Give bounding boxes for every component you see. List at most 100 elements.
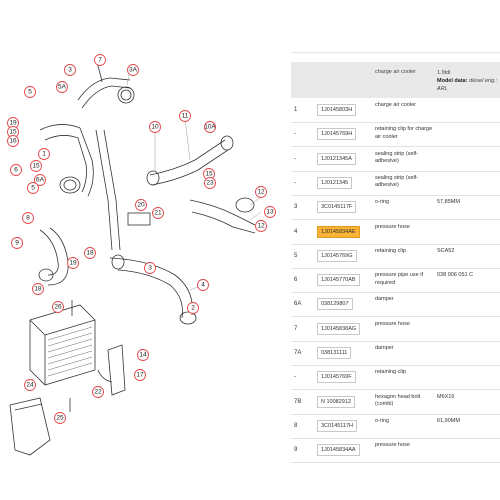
parts-row: 1 1J0145803H charge air cooler [291,98,500,123]
part-number-button[interactable]: 1J0145834AA [317,444,360,457]
part-description: damper [375,296,394,303]
part-number-button[interactable]: 1J0145769G [317,249,357,262]
position-number: - [294,131,296,138]
callout-label: 15 [205,171,213,178]
part-note: SCA52 [437,247,455,254]
callout-label: 25 [56,415,64,422]
position-number: - [294,179,296,186]
part-number-button[interactable]: 1J0145769H [317,128,357,141]
callout-label: 18 [86,250,94,257]
part-number-button[interactable]: 1J0121345 [317,176,353,189]
position-number: 7B [294,398,302,405]
parts-row: 8 3C0145117H o-ring 61,90MM [291,414,500,439]
callout-label: 10A [204,124,216,131]
callout-label: 21 [154,210,162,217]
position-number: 6A [294,301,302,308]
position-number: - [294,374,296,381]
part-description: retaining clip for charge air cooler [375,126,433,140]
parts-row: 6 1J0145770AB pressure pipe use if require… [291,268,500,294]
part-description: retaining clip [375,369,406,376]
callout-label: 6A [36,177,45,184]
part-description: pressure hose [375,442,410,449]
part-note: 038 906 051 C [437,272,474,279]
parts-row: - 1J0121345 sealing strip (self-adhesive) [291,171,500,196]
callout-label: 7 [98,57,102,64]
part-description: pressure hose [375,320,410,327]
position-number: 7 [294,325,298,332]
parts-row: 3 3C0145117F o-ring 57,85MM [291,195,500,221]
part-description: pressure pipe use if required [375,272,423,286]
callout-label: 13 [266,209,274,216]
parts-row: 4 1J0145834AE pressure hose [291,220,500,245]
callout-label: 1 [42,151,46,158]
position-number: 5 [294,252,298,259]
part-number-button[interactable]: 3C0145117F [317,201,357,214]
parts-row: 7B N 10082912 hexagon head bolt (combi) M6X… [291,390,500,415]
callout-label: 26 [54,304,62,311]
parts-row: - 1J0145769F retaining clip [291,365,500,391]
part-description: hexagon head bolt (combi) [375,393,421,408]
position-number: 3 [294,204,298,211]
part-number-button[interactable]: 1J0145838AG [317,322,361,335]
position-number: 1 [294,107,298,113]
divider [291,52,500,53]
part-description: sealing strip (self-adhesive) [375,150,419,165]
callout-label: 3 [148,265,152,272]
part-description: pressure hose [375,223,410,230]
part-number-button[interactable]: 1J0121345A [317,152,356,165]
part-number-button[interactable]: 038131111 [317,347,352,359]
header-model-info: 1.9tdi Model data: diesel eng.: ARL [437,69,500,93]
parts-row: 7 1J0145838AG pressure hose [291,317,500,342]
position-number: 8 [294,422,298,429]
callout-label: 23 [206,180,214,187]
parts-row: 9 1J0145834AA pressure hose [291,438,500,464]
callout-label: 24 [26,382,34,389]
parts-list-header: charge air cooler 1.9tdi Model data: die… [291,62,500,98]
callout-label: 2 [191,305,195,312]
callout-label: 12 [257,223,265,230]
callout-label: 14 [139,352,147,359]
callout-label: 3 [68,67,72,74]
exploded-parts-diagram: 7 3 3A 5 5A 19 15 16 1 15 6 6A 5 11 10 1… [0,0,285,500]
parts-row: - 1J0145769H retaining clip for charge air… [291,122,500,148]
callout-label: 19 [9,120,17,127]
parts-row: 6A 038129807 damper [291,292,500,318]
callout-label: 9 [15,240,19,247]
callout-label: 12 [257,189,265,196]
callout-label: 5 [31,185,35,192]
part-number-button[interactable]: N 10082912 [317,395,355,408]
parts-row: - 1J0121345A sealing strip (self-adhesive) [291,147,500,172]
callout-label: 17 [136,372,144,379]
part-note: M6X16 [437,393,455,400]
callout-label: 5A [58,84,67,91]
callout-label: 18 [34,286,42,293]
part-number-button[interactable]: 3C0145117H [317,419,358,432]
position-number: - [294,155,296,162]
part-description: o-ring [375,417,390,424]
callout-label: 20 [137,202,145,209]
part-number-button[interactable]: 1J0145803H [317,104,357,116]
part-description: o-ring [375,199,390,206]
part-number-button[interactable]: 038129807 [317,298,353,311]
part-number-button[interactable]: 1J0145769F [317,371,356,384]
callout-label: 15 [32,163,40,170]
part-note: 57,85MM [437,199,460,206]
part-description: retaining clip [375,247,406,254]
callout-label: 3A [129,67,138,74]
callout-label: 4 [201,282,205,289]
callout-label: 19 [69,260,77,267]
position-number: 9 [294,447,298,454]
callout-label: 16 [9,138,17,145]
callout-label: 22 [94,389,102,396]
position-number: 6 [294,277,298,284]
header-description: charge air cooler [375,69,416,75]
part-number-button[interactable]: 1J0145834AE [317,225,360,238]
callout-label: 11 [182,113,189,120]
callout-label: 6 [14,167,18,174]
callout-label: 5 [28,89,32,96]
part-number-button[interactable]: 1J0145770AB [317,274,360,287]
callout-label: 10 [151,124,159,131]
position-number: 4 [294,228,298,235]
callout-label: 15 [9,129,17,136]
position-number: 7A [294,350,302,356]
